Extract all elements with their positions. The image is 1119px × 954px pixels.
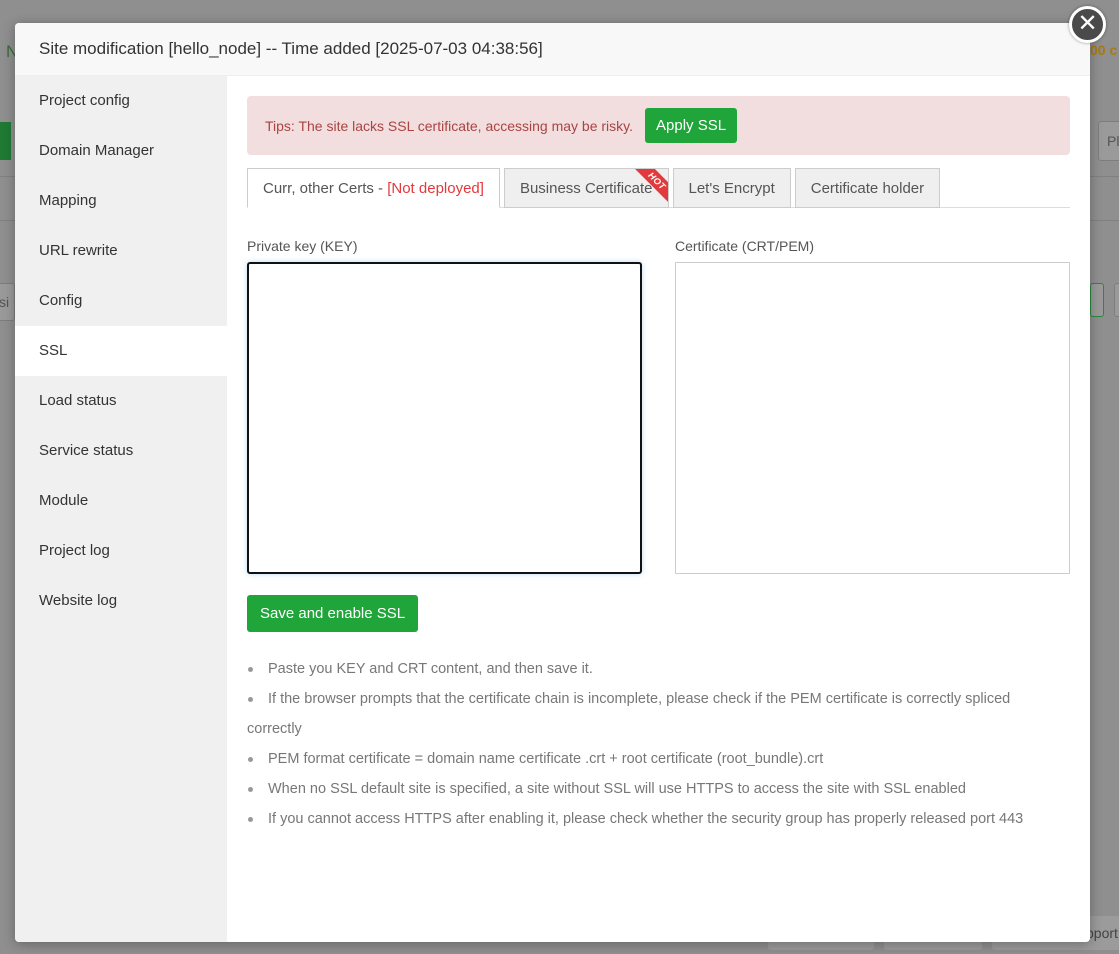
close-icon: ✕ — [1077, 9, 1098, 37]
save-enable-ssl-button[interactable]: Save and enable SSL — [247, 595, 419, 632]
dialog-title: Site modification [hello_node] -- Time a… — [39, 39, 543, 58]
ssl-warning-alert: Tips: The site lacks SSL certificate, ac… — [247, 96, 1070, 155]
help-note: If the browser prompts that the certific… — [247, 684, 1070, 714]
ssl-warning-text: Tips: The site lacks SSL certificate, ac… — [265, 117, 634, 134]
tab-business-certificate-label: Business Certificate — [519, 180, 653, 197]
sidebar-item-mapping[interactable]: Mapping — [15, 176, 227, 226]
private-key-textarea[interactable] — [247, 262, 642, 574]
help-note: Paste you KEY and CRT content, and then … — [247, 654, 1070, 684]
private-key-label: Private key (KEY) — [247, 238, 358, 254]
background-text: 00 c — [1090, 42, 1118, 58]
background-button — [0, 122, 11, 160]
background-text: si — [0, 294, 10, 310]
ssl-panel: Tips: The site lacks SSL certificate, ac… — [247, 96, 1070, 834]
tab-current-certs[interactable]: Curr, other Certs - [Not deployed] — [247, 168, 500, 208]
close-dialog-button[interactable]: ✕ — [1069, 6, 1106, 43]
certificate-field: Certificate (CRT/PEM) — [675, 238, 1070, 577]
private-key-field: Private key (KEY) — [247, 238, 642, 577]
background-input — [1114, 283, 1119, 317]
certificate-tabs: Curr, other Certs - [Not deployed] Busin… — [247, 168, 1070, 208]
help-note: When no SSL default site is specified, a… — [247, 774, 1070, 804]
certificate-form: Private key (KEY) Certificate (CRT/PEM) — [247, 238, 1070, 577]
sidebar-item-url-rewrite[interactable]: URL rewrite — [15, 226, 227, 276]
background-input — [1090, 283, 1104, 317]
background-input: Pl — [1098, 121, 1119, 161]
apply-ssl-button[interactable]: Apply SSL — [645, 108, 738, 143]
help-note: If you cannot access HTTPS after enablin… — [247, 804, 1070, 834]
sidebar-item-domain-manager[interactable]: Domain Manager — [15, 126, 227, 176]
certificate-textarea[interactable] — [675, 262, 1070, 574]
sidebar-item-config[interactable]: Config — [15, 276, 227, 326]
tab-business-certificate[interactable]: Business Certificate HOT — [503, 168, 669, 208]
help-note: PEM format certificate = domain name cer… — [247, 744, 1070, 774]
background-text: pport — [1086, 925, 1118, 941]
help-notes: Paste you KEY and CRT content, and then … — [247, 654, 1070, 834]
background-input: si — [0, 283, 15, 321]
dialog-header: Site modification [hello_node] -- Time a… — [15, 23, 1090, 76]
sidebar-item-website-log[interactable]: Website log — [15, 576, 227, 626]
sidebar-item-ssl[interactable]: SSL — [15, 326, 227, 376]
sidebar: Project config Domain Manager Mapping UR… — [15, 76, 227, 942]
certificate-label: Certificate (CRT/PEM) — [675, 238, 814, 254]
tab-lets-encrypt[interactable]: Let's Encrypt — [672, 168, 791, 208]
tab-certificate-holder[interactable]: Certificate holder — [794, 168, 941, 208]
sidebar-item-module[interactable]: Module — [15, 476, 227, 526]
sidebar-item-load-status[interactable]: Load status — [15, 376, 227, 426]
sidebar-item-service-status[interactable]: Service status — [15, 426, 227, 476]
help-note-continuation: correctly — [247, 721, 302, 737]
tab-current-certs-label: Curr, other Certs - — [263, 180, 388, 197]
sidebar-item-project-config[interactable]: Project config — [15, 76, 227, 126]
deployment-status: [Not deployed] — [387, 180, 484, 197]
background-text: Pl — [1107, 133, 1119, 149]
sidebar-item-project-log[interactable]: Project log — [15, 526, 227, 576]
site-modification-dialog: Site modification [hello_node] -- Time a… — [15, 23, 1090, 942]
